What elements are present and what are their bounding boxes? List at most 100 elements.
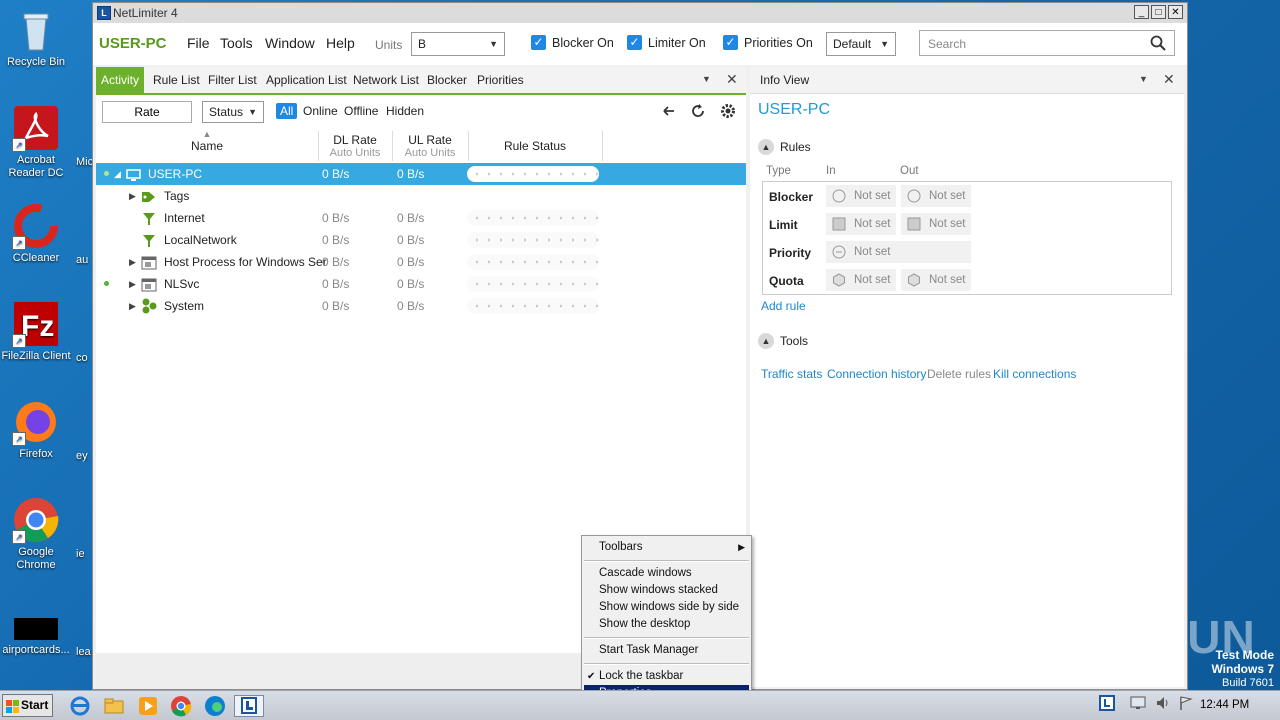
file-explorer-icon[interactable] [103, 695, 125, 717]
rate-button[interactable]: Rate [102, 101, 192, 123]
volume-icon[interactable] [1155, 695, 1171, 711]
add-rule-link[interactable]: Add rule [761, 299, 806, 313]
table-row-user-pc[interactable]: ◢ USER-PC 0 B/s 0 B/s [96, 163, 746, 185]
table-row-nlsvc[interactable]: ▶ NLSvc 0 B/s 0 B/s [96, 273, 746, 295]
internet-explorer-icon[interactable] [69, 695, 91, 717]
menu-help[interactable]: Help [326, 35, 355, 51]
flag-icon[interactable] [1178, 695, 1194, 711]
menu-file[interactable]: File [187, 35, 210, 51]
refresh-icon[interactable] [690, 103, 706, 122]
kill-connections-link[interactable]: Kill connections [993, 367, 1076, 381]
expand-icon[interactable]: ▶ [129, 295, 136, 317]
limit-out-cell[interactable]: Not set [901, 213, 971, 235]
priorities-toggle[interactable]: ✓ Priorities On [723, 35, 813, 50]
row-ul-rate: 0 B/s [397, 277, 425, 291]
media-player-icon[interactable] [137, 695, 159, 717]
row-name: Internet [164, 211, 205, 225]
column-dl-rate[interactable]: DL Rate Auto Units [318, 129, 392, 167]
menu-item-start-task-manager[interactable]: Start Task Manager [584, 642, 749, 659]
tab-blocker[interactable]: Blocker [422, 67, 472, 93]
filter-offline[interactable]: Offline [344, 104, 378, 118]
filter-hidden[interactable]: Hidden [386, 104, 424, 118]
start-button[interactable]: Start [2, 694, 53, 717]
desktop-icon-recycle-bin[interactable]: Recycle Bin [0, 6, 72, 69]
units-select[interactable]: B ▼ [411, 32, 505, 56]
traffic-stats-link[interactable]: Traffic stats [761, 367, 822, 381]
table-row-internet[interactable]: Internet 0 B/s 0 B/s [96, 207, 746, 229]
menu-item-show-windows-side-by-side[interactable]: Show windows side by side [584, 599, 749, 616]
monitor-tray-icon[interactable] [1130, 695, 1146, 711]
clock[interactable]: 12:44 PM [1200, 699, 1249, 711]
blocker-toggle[interactable]: ✓ Blocker On [531, 35, 614, 50]
desktop-icon-firefox[interactable]: ↗ Firefox [0, 398, 72, 461]
limit-in-cell[interactable]: Not set [826, 213, 896, 235]
acrobat-icon: ↗ [12, 104, 60, 152]
table-row-localnetwork[interactable]: LocalNetwork 0 B/s 0 B/s [96, 229, 746, 251]
menu-item-cascade-windows[interactable]: Cascade windows [584, 565, 749, 582]
maximize-button[interactable]: □ [1151, 5, 1166, 19]
close-icon[interactable]: ✕ [1163, 71, 1175, 88]
menu-window[interactable]: Window [265, 35, 315, 51]
title-bar[interactable]: L NetLimiter 4 _ □ ✕ [93, 3, 1187, 24]
profile-select[interactable]: Default ▼ [826, 32, 896, 56]
close-window-button[interactable]: ✕ [1168, 5, 1183, 19]
menu-item-lock-the-taskbar[interactable]: ✔ Lock the taskbar [584, 668, 749, 685]
back-arrow-icon[interactable] [661, 103, 677, 122]
status-select[interactable]: Status ▼ [202, 101, 264, 123]
expand-icon[interactable]: ▶ [129, 185, 136, 207]
quota-hexagon-icon [907, 273, 920, 287]
netlimiter-tray-icon[interactable] [1099, 695, 1115, 711]
column-name[interactable]: ▲ Name [96, 129, 318, 163]
quota-out-cell[interactable]: Not set [901, 269, 971, 291]
blocker-out-cell[interactable]: Not set [901, 185, 971, 207]
expand-icon[interactable]: ▶ [129, 251, 136, 273]
limiter-toggle[interactable]: ✓ Limiter On [627, 35, 706, 50]
menu-item-toolbars[interactable]: Toolbars ▶ [584, 539, 749, 556]
collapse-icon[interactable]: ◢ [114, 163, 121, 185]
window-title: NetLimiter 4 [113, 6, 178, 20]
desktop-icon-acrobat[interactable]: ↗ Acrobat Reader DC [0, 104, 72, 180]
connection-history-link[interactable]: Connection history [827, 367, 926, 381]
panel-menu-dropdown-icon[interactable]: ▼ [1139, 74, 1148, 84]
minimize-button[interactable]: _ [1134, 5, 1149, 19]
selected-node-title: USER-PC [758, 101, 831, 118]
desktop-icon-ccleaner[interactable]: ↗ CCleaner [0, 202, 72, 265]
tab-rule-list[interactable]: Rule List [148, 67, 205, 93]
edge-icon[interactable] [204, 695, 226, 717]
tab-priorities[interactable]: Priorities [472, 67, 529, 93]
tab-application-list[interactable]: Application List [261, 67, 352, 93]
tab-filter-list[interactable]: Filter List [203, 67, 262, 93]
table-row-tags[interactable]: ▶ Tags [96, 185, 746, 207]
desktop-icon-airportcards[interactable]: airportcards... [0, 616, 72, 657]
column-rule-status[interactable]: Rule Status [468, 129, 602, 163]
filter-online[interactable]: Online [303, 104, 338, 118]
file-icon [12, 616, 60, 642]
tab-network-list[interactable]: Network List [348, 67, 424, 93]
gear-icon[interactable] [720, 103, 736, 122]
column-ul-rate[interactable]: UL Rate Auto Units [392, 129, 468, 167]
tab-activity[interactable]: Activity [96, 67, 145, 93]
blocker-in-cell[interactable]: Not set [826, 185, 896, 207]
delete-rules-link[interactable]: Delete rules [927, 367, 991, 381]
expand-icon[interactable]: ▶ [129, 273, 136, 295]
chrome-taskbar-icon[interactable] [170, 695, 192, 717]
quota-in-cell[interactable]: Not set [826, 269, 896, 291]
menu-item-show-the-desktop[interactable]: Show the desktop [584, 616, 749, 633]
menu-item-show-windows-stacked[interactable]: Show windows stacked [584, 582, 749, 599]
checkbox-checked-icon: ✓ [627, 35, 642, 50]
netlimiter-taskbar-button[interactable] [234, 695, 264, 717]
close-icon[interactable]: ✕ [726, 71, 738, 88]
table-row-host-process[interactable]: ▶ Host Process for Windows Ser 0 B/s 0 B… [96, 251, 746, 273]
rules-section-toggle[interactable]: ▲ Rules [758, 139, 811, 155]
table-row-system[interactable]: ▶ System 0 B/s 0 B/s [96, 295, 746, 317]
not-set-label: Not set [854, 274, 891, 286]
search-input[interactable]: Search [919, 30, 1175, 56]
search-icon[interactable] [1150, 35, 1166, 54]
panel-menu-dropdown-icon[interactable]: ▼ [702, 74, 711, 84]
filter-all[interactable]: All [276, 103, 298, 119]
menu-tools[interactable]: Tools [220, 35, 253, 51]
desktop-icon-filezilla[interactable]: Fz ↗ FileZilla Client [0, 300, 72, 363]
tools-section-toggle[interactable]: ▲ Tools [758, 333, 808, 349]
desktop-icon-chrome[interactable]: ↗ Google Chrome [0, 496, 72, 572]
priority-cell[interactable]: Not set [826, 241, 971, 263]
